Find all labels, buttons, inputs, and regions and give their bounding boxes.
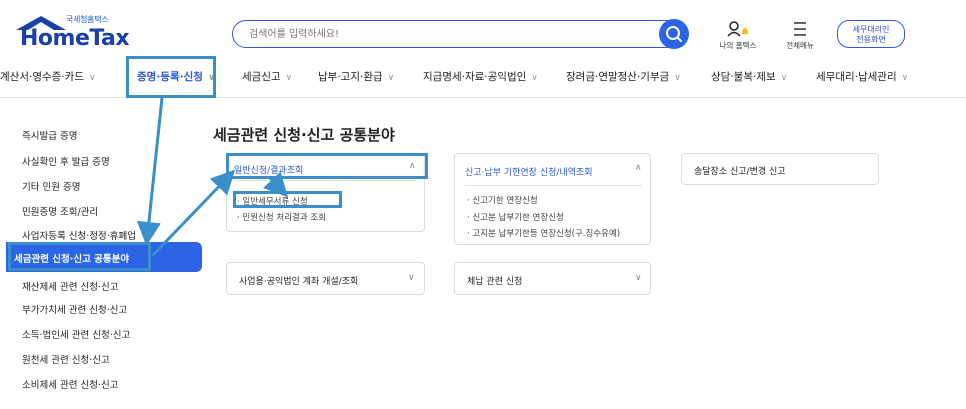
gnb-payment-refund[interactable]: 납부·고지·환급 ∨ [318, 69, 394, 84]
tax-agent-screen-button[interactable]: 세무대리인 전용화면 [837, 20, 905, 48]
chevron-down-icon: ∨ [531, 73, 538, 83]
card-title: 송달장소 신고/변경 신고 [694, 167, 786, 177]
hamburger-icon [794, 22, 806, 36]
chevron-down-icon: ∨ [635, 273, 642, 283]
search-icon [666, 26, 682, 42]
chevron-down-icon: ∨ [387, 73, 395, 83]
gnb-incentive-yearend[interactable]: 장려금·연말정산·기부금 ∨ [566, 69, 681, 84]
logo-subtitle: 국세청홈택스 [66, 15, 109, 24]
card-title: 사업용·공익법인 계좌 개설/조회 [239, 277, 359, 287]
card-title: 체납 관련 신청 [467, 277, 523, 287]
gnb-tax-return[interactable]: 세금신고 ∨ [242, 69, 292, 84]
card-delivery-address[interactable]: 송달장소 신고/변경 신고 [681, 153, 879, 185]
highlight-box-menu-item [233, 191, 342, 208]
chevron-down-icon: ∨ [674, 73, 681, 83]
gnb-payment-statement[interactable]: 지급명세·자료·공익법인 ∨ [423, 69, 538, 84]
card-divider [465, 185, 642, 186]
card-divider [234, 180, 418, 181]
chevron-down-icon: ∨ [88, 73, 96, 83]
list-item[interactable]: · 신고기한 연장신청 [467, 194, 538, 206]
tax-agent-label-line1: 세무대리인 [852, 25, 890, 34]
gnb-invoice-receipt-card[interactable]: 계산서·영수증·카드 ∨ [0, 69, 96, 84]
gnb-tax-agent[interactable]: 세무대리·납세관리 ∨ [816, 69, 908, 84]
card-delinquency[interactable]: 체납 관련 신청 ∨ [454, 262, 651, 295]
sidebar-item-vat[interactable]: 부가가치세 관련 신청·신고 [22, 302, 127, 316]
sidebar-item-other-certificate[interactable]: 기타 민원 증명 [22, 179, 80, 193]
highlight-box-gnb [126, 56, 216, 98]
list-item[interactable]: · 민원신청 처리결과 조회 [237, 211, 326, 223]
search-input[interactable] [249, 21, 649, 47]
list-item[interactable]: · 신고분 납부기한 연장신청 [467, 211, 564, 223]
all-menu-button[interactable]: 전체메뉴 [778, 20, 822, 52]
page-title: 세금관련 신청·신고 공통분야 [213, 126, 395, 144]
chevron-down-icon: ∨ [408, 273, 415, 283]
all-menu-label: 전체메뉴 [786, 41, 814, 50]
arrow-gnb-to-sidebar [136, 97, 164, 246]
sidebar-item-verified-certificate[interactable]: 사실확인 후 발급 증명 [22, 154, 110, 168]
chevron-down-icon: ∨ [780, 73, 788, 83]
logo-text: HomeTax [20, 26, 130, 51]
sidebar-item-instant-certificate[interactable]: 즉시발급 증명 [22, 128, 77, 142]
sidebar-item-business-registration[interactable]: 사업자등록 신청·정정·휴폐업 [22, 228, 136, 242]
my-hometax-button[interactable]: 나의 홈택스 [712, 20, 764, 52]
chevron-down-icon: ∨ [901, 73, 909, 83]
search-button[interactable] [659, 19, 689, 49]
sidebar-item-certificate-lookup[interactable]: 민원증명 조회/관리 [22, 204, 98, 218]
card-business-account[interactable]: 사업용·공익법인 계좌 개설/조회 ∨ [226, 262, 425, 295]
hometax-logo[interactable]: 국세청홈택스 HomeTax [14, 14, 134, 54]
tax-agent-label-line2: 전용화면 [856, 35, 886, 44]
user-bell-icon [727, 21, 748, 37]
list-item[interactable]: · 고지분 납부기한등 연장신청(구.징수유예) [467, 227, 620, 239]
chevron-up-icon[interactable]: ∧ [635, 163, 642, 173]
sidebar-item-income-corporate-tax[interactable]: 소득·법인세 관련 신청·신고 [22, 327, 130, 341]
sidebar-item-property-tax[interactable]: 재산제세 관련 신청·신고 [22, 279, 118, 293]
highlight-box-card-title [226, 153, 428, 179]
my-hometax-label: 나의 홈택스 [719, 41, 757, 50]
sidebar-item-consumption-tax[interactable]: 소비제세 관련 신청·신고 [22, 377, 118, 391]
gnb-consult-appeal[interactable]: 상담·불복·제보 ∨ [711, 69, 787, 84]
search-bar [232, 19, 689, 49]
card-deadline-extension: 신고·납부 기한연장 신청/내역조회 ∧ · 신고기한 연장신청 · 신고분 납… [454, 153, 651, 245]
chevron-down-icon: ∨ [285, 73, 293, 83]
sidebar-item-withholding-tax[interactable]: 원천세 관련 신청·신고 [22, 352, 110, 366]
highlight-box-sidebar [8, 242, 151, 271]
card-title[interactable]: 신고·납부 기한연장 신청/내역조회 [465, 165, 593, 178]
